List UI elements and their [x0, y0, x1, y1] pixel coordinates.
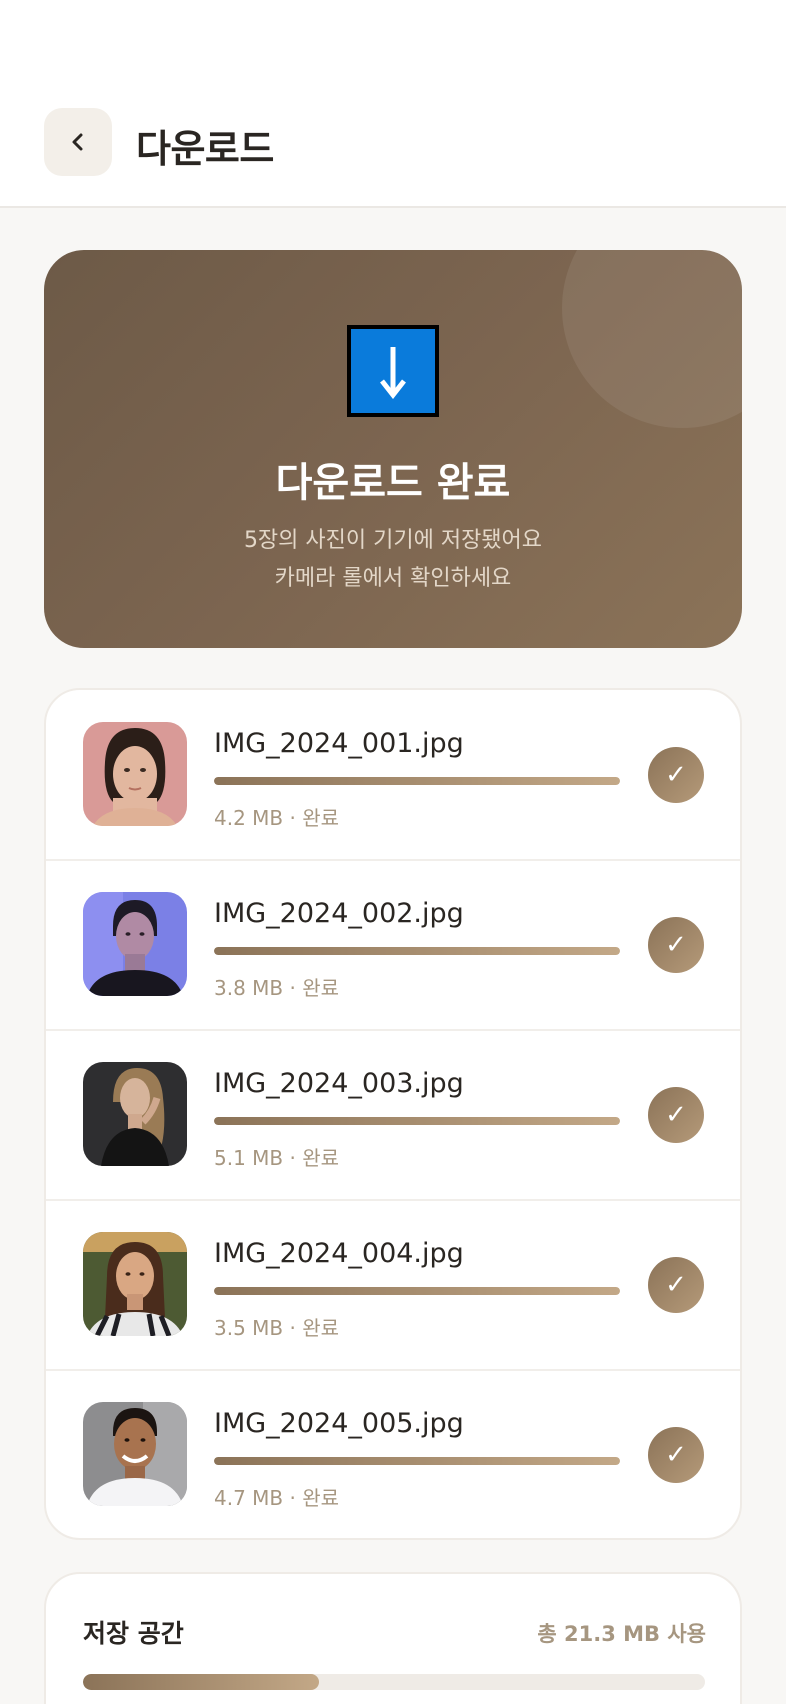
- file-meta: 3.5 MB · 완료: [214, 1316, 340, 1340]
- photo-thumbnail: [83, 1062, 187, 1166]
- list-item[interactable]: IMG_2024_001.jpg 4.2 MB · 완료 ✓: [46, 690, 740, 860]
- download-progress: [214, 1287, 620, 1295]
- chevron-left-icon: [72, 133, 83, 151]
- check-icon: ✓: [648, 1257, 704, 1313]
- file-meta: 4.2 MB · 완료: [214, 806, 340, 830]
- photo-thumbnail: [83, 1402, 187, 1506]
- photo-thumbnail: [83, 722, 187, 826]
- file-name: IMG_2024_002.jpg: [214, 898, 464, 929]
- file-name: IMG_2024_004.jpg: [214, 1238, 464, 1269]
- download-progress: [214, 947, 620, 955]
- back-button[interactable]: [44, 108, 112, 176]
- storage-usage-fill: [83, 1674, 320, 1690]
- list-item[interactable]: IMG_2024_002.jpg 3.8 MB · 완료 ✓: [46, 860, 740, 1030]
- download-progress: [214, 1457, 620, 1465]
- check-icon: ✓: [648, 1427, 704, 1483]
- storage-total: 총 21.3 MB 사용: [537, 1622, 706, 1646]
- app-header: 다운로드: [0, 0, 786, 208]
- storage-title: 저장 공간: [83, 1619, 184, 1648]
- check-icon: ✓: [648, 1087, 704, 1143]
- check-icon: ✓: [648, 747, 704, 803]
- storage-card: 저장 공간 총 21.3 MB 사용: [44, 1572, 742, 1704]
- download-progress: [214, 1117, 620, 1125]
- photo-thumbnail: [83, 892, 187, 996]
- file-name: IMG_2024_003.jpg: [214, 1068, 464, 1099]
- file-name: IMG_2024_005.jpg: [214, 1408, 464, 1439]
- progress-fill: [214, 1457, 620, 1465]
- list-item[interactable]: IMG_2024_003.jpg 5.1 MB · 완료 ✓: [46, 1030, 740, 1200]
- download-complete-banner: 다운로드 완료 5장의 사진이 기기에 저장됐어요 카메라 롤에서 확인하세요: [44, 250, 742, 648]
- banner-subtitle-line1: 5장의 사진이 기기에 저장됐어요: [243, 528, 543, 553]
- list-item[interactable]: IMG_2024_005.jpg 4.7 MB · 완료 ✓: [46, 1370, 740, 1538]
- decorative-circle: [562, 250, 742, 428]
- progress-fill: [214, 777, 620, 785]
- check-icon: ✓: [648, 917, 704, 973]
- download-list: IMG_2024_001.jpg 4.2 MB · 완료 ✓ IMG_2024_…: [44, 688, 742, 1540]
- progress-fill: [214, 1117, 620, 1125]
- file-meta: 3.8 MB · 완료: [214, 976, 340, 1000]
- storage-usage-bar: [83, 1674, 705, 1690]
- file-meta: 4.7 MB · 완료: [214, 1486, 340, 1510]
- download-progress: [214, 777, 620, 785]
- banner-title: 다운로드 완료: [275, 460, 511, 506]
- progress-fill: [214, 947, 620, 955]
- progress-fill: [214, 1287, 620, 1295]
- banner-subtitle-line2: 카메라 롤에서 확인하세요: [274, 566, 512, 591]
- file-name: IMG_2024_001.jpg: [214, 728, 464, 759]
- photo-thumbnail: [83, 1232, 187, 1336]
- download-arrow-icon: [347, 325, 439, 417]
- file-meta: 5.1 MB · 완료: [214, 1146, 340, 1170]
- list-item[interactable]: IMG_2024_004.jpg 3.5 MB · 완료 ✓: [46, 1200, 740, 1370]
- page-title: 다운로드: [136, 127, 274, 171]
- banner-subtitle: 5장의 사진이 기기에 저장됐어요 카메라 롤에서 확인하세요: [44, 522, 742, 598]
